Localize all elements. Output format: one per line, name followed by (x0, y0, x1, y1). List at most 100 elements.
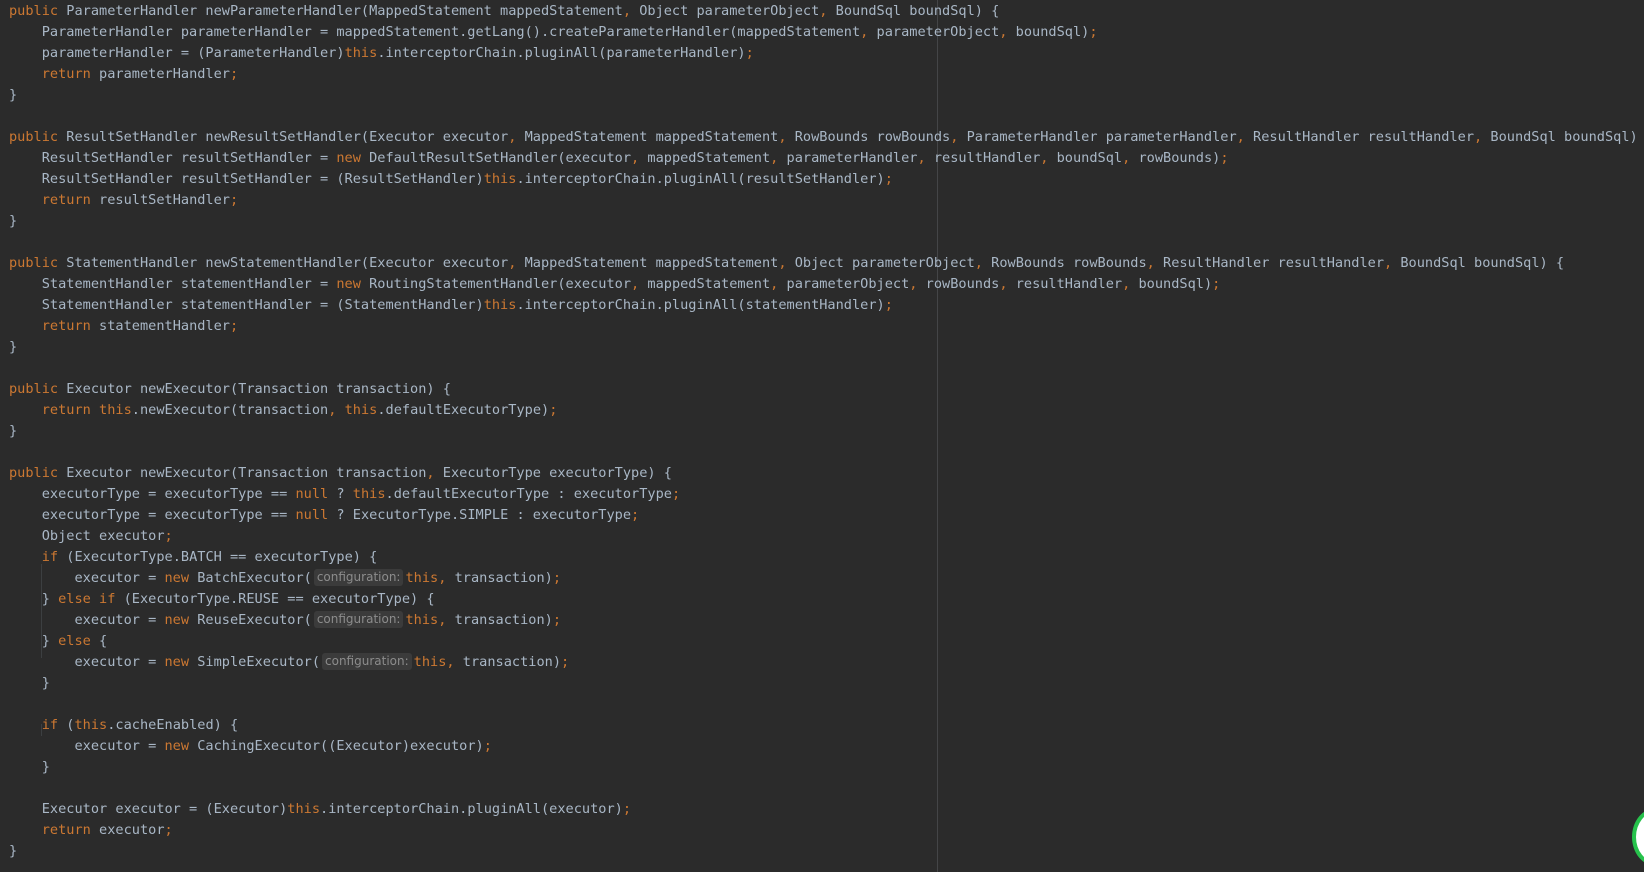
code-line[interactable]: executorType = executorType == null ? Ex… (9, 505, 1644, 526)
code-line[interactable]: executor = new CachingExecutor((Executor… (9, 736, 1644, 757)
code-line[interactable]: Executor executor = (Executor)this.inter… (9, 799, 1644, 820)
code-punctuation: ; (1220, 150, 1229, 166)
code-line[interactable]: } (9, 841, 1644, 862)
code-keyword: new (164, 738, 190, 754)
code-line[interactable]: parameterHandler = (ParameterHandler)thi… (9, 43, 1644, 64)
code-token: .interceptorChain.pluginAll(parameterHan… (377, 45, 746, 61)
code-punctuation: ; (745, 45, 754, 61)
code-line[interactable]: ParameterHandler parameterHandler = mapp… (9, 22, 1644, 43)
code-line[interactable]: } (9, 421, 1644, 442)
code-line[interactable]: Object executor; (9, 526, 1644, 547)
code-line[interactable]: ResultSetHandler resultSetHandler = new … (9, 148, 1644, 169)
code-line[interactable]: } else if (ExecutorType.REUSE == executo… (9, 589, 1644, 610)
code-token: resultHandler (1007, 276, 1123, 292)
code-token: transaction) (446, 570, 553, 586)
code-token: statementHandler (90, 318, 230, 334)
code-punctuation: ; (884, 297, 893, 313)
code-area[interactable]: public ParameterHandler newParameterHand… (9, 1, 1644, 862)
code-punctuation: , (1146, 255, 1155, 271)
code-line[interactable]: return executor; (9, 820, 1644, 841)
code-keyword: return (41, 318, 91, 334)
code-line[interactable]: if (ExecutorType.BATCH == executorType) … (9, 547, 1644, 568)
code-token: (ExecutorType.REUSE == executorType) { (115, 591, 435, 607)
code-token: ExecutorType executorType) { (434, 465, 672, 481)
code-token: executor = (9, 570, 165, 586)
code-punctuation: , (974, 255, 983, 271)
code-token: DefaultResultSetHandler(executor (360, 150, 632, 166)
code-token: BoundSql boundSql) { (827, 3, 1000, 19)
code-line[interactable]: return statementHandler; (9, 316, 1644, 337)
code-token: ParameterHandler parameterHandler (958, 129, 1237, 145)
code-line[interactable]: if (this.cacheEnabled) { (9, 715, 1644, 736)
code-punctuation: ; (230, 318, 239, 334)
code-keyword: this (405, 570, 439, 586)
code-line[interactable] (9, 778, 1644, 799)
code-line[interactable]: public Executor newExecutor(Transaction … (9, 379, 1644, 400)
code-token: RowBounds rowBounds (982, 255, 1147, 271)
code-token: ? ExecutorType.SIMPLE : executorType (328, 507, 632, 523)
code-keyword: public (9, 381, 59, 397)
code-token: Object executor (9, 528, 165, 544)
code-line[interactable]: return parameterHandler; (9, 64, 1644, 85)
code-token: .newExecutor(transaction (131, 402, 329, 418)
code-line[interactable]: StatementHandler statementHandler = (Sta… (9, 295, 1644, 316)
code-token: StatementHandler statementHandler = (9, 276, 337, 292)
code-line[interactable] (9, 232, 1644, 253)
code-keyword: return (41, 822, 91, 838)
code-punctuation: , (631, 150, 640, 166)
code-line[interactable] (9, 442, 1644, 463)
code-keyword: null (295, 507, 329, 523)
code-token: .interceptorChain.pluginAll(statementHan… (516, 297, 885, 313)
code-punctuation: ; (230, 192, 239, 208)
code-keyword: null (295, 486, 329, 502)
code-line[interactable]: } (9, 337, 1644, 358)
code-keyword: this (352, 486, 386, 502)
code-line[interactable]: } else { (9, 631, 1644, 652)
code-token: (ExecutorType.BATCH == executorType) { (58, 549, 378, 565)
code-line[interactable]: } (9, 211, 1644, 232)
code-line[interactable]: } (9, 673, 1644, 694)
code-line[interactable]: public ResultSetHandler newResultSetHand… (9, 127, 1644, 148)
code-line[interactable]: executor = new BatchExecutor(configurati… (9, 568, 1644, 589)
code-keyword: this (413, 654, 447, 670)
code-line[interactable]: executor = new SimpleExecutor(configurat… (9, 652, 1644, 673)
code-line[interactable]: public StatementHandler newStatementHand… (9, 253, 1644, 274)
code-line[interactable]: executorType = executorType == null ? th… (9, 484, 1644, 505)
code-token: rowBounds) (1130, 150, 1221, 166)
code-line[interactable] (9, 358, 1644, 379)
code-token: StatementHandler statementHandler = (Sta… (9, 297, 484, 313)
code-line[interactable]: return resultSetHandler; (9, 190, 1644, 211)
code-token: Executor executor = (Executor) (9, 801, 288, 817)
code-punctuation: , (999, 276, 1008, 292)
code-token: transaction) (454, 654, 562, 670)
code-keyword: new (164, 612, 190, 628)
code-keyword: if (41, 549, 59, 565)
code-line[interactable]: public Executor newExecutor(Transaction … (9, 463, 1644, 484)
code-editor[interactable]: public ParameterHandler newParameterHand… (0, 0, 1644, 872)
code-keyword: else if (58, 591, 116, 607)
code-token: ( (58, 717, 75, 733)
code-line[interactable] (9, 106, 1644, 127)
code-keyword: return (41, 402, 91, 418)
code-token: resultHandler (925, 150, 1041, 166)
code-line[interactable]: } (9, 85, 1644, 106)
code-token: executorType = executorType == (9, 507, 296, 523)
code-punctuation: ; (164, 822, 173, 838)
code-token: } (9, 213, 18, 229)
code-line[interactable]: ResultSetHandler resultSetHandler = (Res… (9, 169, 1644, 190)
code-line[interactable]: executor = new ReuseExecutor(configurati… (9, 610, 1644, 631)
code-punctuation: , (1236, 129, 1245, 145)
code-line[interactable]: public ParameterHandler newParameterHand… (9, 1, 1644, 22)
code-token: boundSql) (1130, 276, 1213, 292)
code-line[interactable]: return this.newExecutor(transaction, thi… (9, 400, 1644, 421)
code-line[interactable]: StatementHandler statementHandler = new … (9, 274, 1644, 295)
code-punctuation: ; (1212, 276, 1221, 292)
code-token: parameterHandler = (ParameterHandler) (9, 45, 345, 61)
code-line[interactable]: } (9, 757, 1644, 778)
code-keyword: if (41, 717, 59, 733)
code-line[interactable] (9, 694, 1644, 715)
code-punctuation: , (622, 3, 632, 19)
